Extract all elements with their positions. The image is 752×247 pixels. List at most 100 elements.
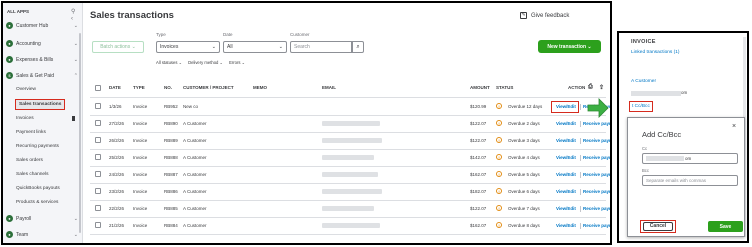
cancel-button[interactable]: Cancel — [643, 222, 673, 231]
app-sidebar: ALL APPS ⚲ ‹ ● Customer Hub ⌄ ● Accounti… — [3, 3, 83, 243]
errors-filter[interactable]: Errors ⌄ — [229, 60, 245, 65]
table-row[interactable]: 27/2/26 Invoice RB890 A Customer $122.07 Over… — [90, 117, 610, 131]
row-checkbox[interactable] — [95, 205, 101, 211]
receive-payment-link[interactable]: Receive payn — [583, 206, 610, 211]
sidebar-item-customer-hub[interactable]: ● Customer Hub ⌄ — [6, 22, 78, 29]
select-all-checkbox[interactable] — [95, 85, 101, 91]
col-no[interactable]: NO. — [164, 85, 172, 90]
sidebar-scrollbar[interactable] — [79, 33, 81, 233]
col-memo[interactable]: MEMO — [253, 85, 267, 90]
batch-actions-button[interactable]: Batch actions ⌄ — [92, 41, 144, 53]
col-amount[interactable]: AMOUNT — [470, 85, 490, 90]
date-filter-select[interactable]: All ⌄ — [223, 41, 287, 53]
receive-payment-link[interactable]: Receive payn — [583, 223, 610, 228]
cell-amount: $142.07 — [470, 155, 487, 160]
sub-filters: All statuses ⌄ Delivery method ⌄ Errors … — [156, 60, 245, 65]
sidebar-item-payroll[interactable]: ● Payroll ⌄ — [6, 215, 78, 222]
customer-search-input[interactable]: Search — [290, 41, 352, 53]
receive-payment-link[interactable]: Receive payn — [583, 121, 610, 126]
col-type[interactable]: TYPE — [133, 85, 145, 90]
pin-icon[interactable]: ⚲ — [71, 8, 75, 15]
sidebar-item-overview[interactable]: Overview — [16, 87, 36, 92]
table-row[interactable]: 25/2/26 Invoice RB888 A Customer $142.07 Over… — [90, 151, 610, 165]
row-divider — [90, 217, 606, 218]
table-row[interactable]: 1/3/26 Invoice RB952 New co $120.99 Overdue 1… — [90, 100, 610, 114]
sidebar-item-sales-orders[interactable]: Sales orders — [16, 158, 43, 163]
view-edit-link[interactable]: View/Edit — [556, 121, 576, 126]
sidebar-item-sales-channels[interactable]: Sales channels — [16, 172, 49, 177]
view-edit-link[interactable]: View/Edit — [556, 138, 576, 143]
chevron-up-icon: ⌃ — [73, 72, 78, 79]
receive-payment-link[interactable]: Receive payn — [583, 189, 610, 194]
row-checkbox[interactable] — [95, 120, 101, 126]
give-feedback-button[interactable]: ✎ Give feedback — [520, 12, 569, 19]
col-email[interactable]: EMAIL — [322, 85, 336, 90]
action-divider — [580, 172, 581, 178]
table-row[interactable]: 24/2/26 Invoice RB887 A Customer $162.07 Over… — [90, 168, 610, 182]
sidebar-item-invoices[interactable]: Invoices — [16, 116, 34, 121]
cell-type: Invoice — [133, 206, 148, 211]
table-row[interactable]: 22/2/26 Invoice RB885 A Customer $122.07 Over… — [90, 202, 610, 216]
sidebar-item-team[interactable]: ● Team ⌄ — [6, 231, 78, 238]
overdue-warning-icon: ! — [496, 188, 502, 194]
sidebar-item-expenses[interactable]: ● Expenses & Bills ⌄ — [6, 56, 78, 63]
table-row[interactable]: 21/2/26 Invoice RB884 A Customer $162.07 Over… — [90, 219, 610, 233]
give-feedback-label: Give feedback — [531, 12, 570, 19]
view-edit-link[interactable]: View/Edit — [556, 172, 576, 177]
type-filter-select[interactable]: Invoices ⌄ — [156, 41, 220, 53]
search-icon[interactable]: ⌕ — [352, 41, 364, 53]
cc-value-suffix: om — [685, 156, 692, 161]
row-checkbox[interactable] — [95, 188, 101, 194]
row-checkbox[interactable] — [95, 222, 101, 228]
delivery-filter[interactable]: Delivery method ⌄ — [188, 60, 223, 65]
sidebar-item-recurring-payments[interactable]: Recurring payments — [16, 144, 59, 149]
new-transaction-button[interactable]: New transaction ⌄ — [538, 40, 601, 53]
row-checkbox[interactable] — [95, 137, 101, 143]
cell-date: 27/2/26 — [109, 121, 125, 126]
sidebar-item-products[interactable]: Products & services — [16, 200, 58, 205]
view-edit-link[interactable]: View/Edit — [556, 189, 576, 194]
team-icon: ● — [6, 231, 13, 238]
action-divider — [580, 223, 581, 229]
col-status[interactable]: STATUS — [496, 85, 513, 90]
sidebar-item-payouts[interactable]: QuickBooks payouts — [16, 186, 60, 191]
type-filter-value: Invoices — [160, 44, 179, 50]
view-edit-link[interactable]: View/Edit — [556, 155, 576, 160]
cell-date: 1/3/26 — [109, 104, 122, 109]
cell-status: Overdue 3 days — [508, 138, 540, 143]
redacted-email — [631, 91, 681, 96]
view-edit-link[interactable]: View/Edit — [556, 223, 576, 228]
overdue-warning-icon: ! — [496, 120, 502, 126]
sidebar-item-payment-links[interactable]: Payment links — [16, 130, 46, 135]
col-customer[interactable]: CUSTOMER / PROJECT — [183, 85, 234, 90]
sidebar-item-sales-transactions[interactable]: Sales transactions — [15, 99, 66, 110]
new-transaction-label: New transaction — [547, 43, 587, 50]
col-date[interactable]: DATE — [109, 85, 121, 90]
linked-transactions-link[interactable]: Linked transactions (1) — [631, 50, 680, 55]
row-checkbox[interactable] — [95, 103, 101, 109]
receipt-icon: ● — [6, 56, 13, 63]
cc-input[interactable]: om — [642, 153, 738, 164]
cc-bcc-link[interactable]: t Cc/Bcc — [629, 101, 653, 112]
receive-payment-link[interactable]: Receive payn — [583, 155, 610, 160]
col-action: ACTION — [568, 85, 586, 90]
cell-no: RB890 — [164, 121, 178, 126]
export-icon[interactable]: ⇪ — [599, 84, 604, 91]
save-button[interactable]: Save — [708, 221, 743, 232]
table-row[interactable]: 23/2/26 Invoice RB886 A Customer $182.07 Over… — [90, 185, 610, 199]
dollar-icon: $ — [6, 72, 13, 79]
receive-payment-link[interactable]: Receive payn — [583, 172, 610, 177]
receive-payment-link[interactable]: Receive payn — [583, 138, 610, 143]
table-row[interactable]: 26/2/26 Invoice RB889 A Customer $122.07 Over… — [90, 134, 610, 148]
view-edit-link[interactable]: View/Edit — [556, 206, 576, 211]
chevron-down-icon: ⌄ — [211, 44, 216, 50]
row-checkbox[interactable] — [95, 154, 101, 160]
print-icon[interactable]: ⎙ — [588, 84, 593, 91]
invoice-customer-link[interactable]: A Customer — [631, 79, 656, 84]
row-checkbox[interactable] — [95, 171, 101, 177]
close-icon[interactable]: × — [732, 123, 736, 130]
status-filter[interactable]: All statuses ⌄ — [156, 60, 182, 65]
sidebar-item-accounting[interactable]: ● Accounting ⌄ — [6, 40, 78, 47]
sidebar-item-sales[interactable]: $ Sales & Get Paid ⌃ — [6, 72, 78, 79]
bcc-input[interactable]: Separate emails with commas — [642, 175, 738, 186]
